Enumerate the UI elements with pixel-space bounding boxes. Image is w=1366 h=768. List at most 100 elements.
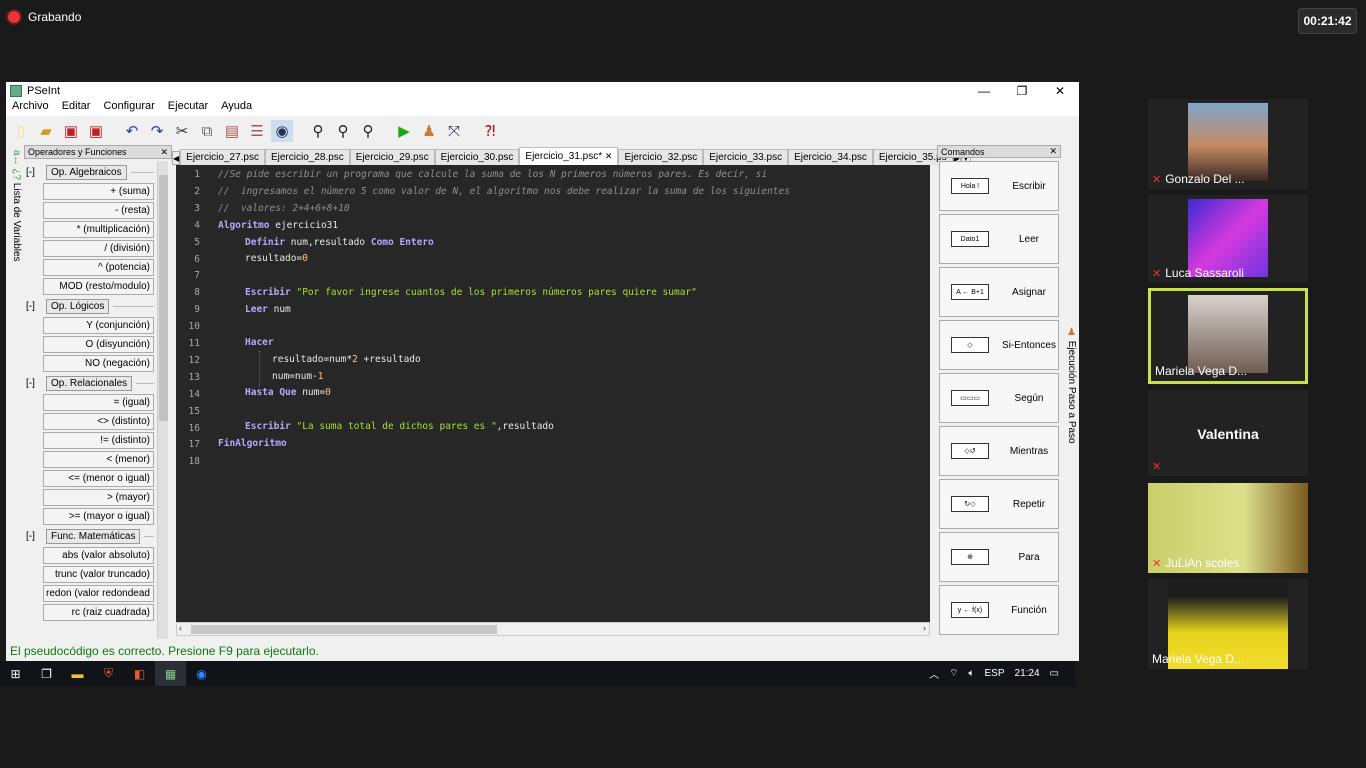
operator-button[interactable]: NO (negación) — [43, 355, 154, 372]
editor-horizontal-scrollbar[interactable]: ‹ › — [176, 622, 930, 636]
operator-button[interactable]: - (resta) — [43, 202, 154, 219]
zoom-taskbar-icon[interactable]: ◉ — [186, 661, 217, 686]
command-button[interactable]: Hola ! Escribir — [939, 161, 1059, 211]
operator-button[interactable]: redon (valor redondead — [43, 585, 154, 602]
collapse-toggle[interactable]: [-] — [26, 531, 42, 542]
scrollbar-thumb[interactable] — [191, 625, 497, 634]
operator-button[interactable]: = (igual) — [43, 394, 154, 411]
command-button[interactable]: ◇↺ Mientras — [939, 426, 1059, 476]
flowchart-icon[interactable]: ⤧ — [443, 120, 465, 142]
operator-group-header[interactable]: [-] Op. Relacionales — [26, 375, 154, 392]
operator-button[interactable]: MOD (resto/modulo) — [43, 278, 154, 295]
command-button[interactable]: A ← B+1 Asignar — [939, 267, 1059, 317]
collapse-toggle[interactable]: [-] — [26, 167, 42, 178]
task-view-icon[interactable]: ❐ — [31, 661, 62, 686]
tab-ejercicio-30[interactable]: Ejercicio_30.psc — [434, 149, 520, 165]
operator-group-header[interactable]: [-] Func. Matemáticas — [26, 528, 154, 545]
search-icon[interactable]: ⚲ — [307, 120, 329, 142]
operator-button[interactable]: abs (valor absoluto) — [43, 547, 154, 564]
code-editor[interactable]: 1 2 3 4 5 6 7 8 9 10 11 12 13 14 15 16 17 18 //Se pide es… — [176, 165, 930, 622]
operator-group-header[interactable]: [-] Op. Lógicos — [26, 298, 154, 315]
command-button[interactable]: ▭▭▭ Según — [939, 373, 1059, 423]
participant-tile[interactable]: ✕ Luca Sassaroli — [1148, 195, 1308, 283]
tab-ejercicio-33[interactable]: Ejercicio_33.psc — [703, 149, 789, 165]
brave-browser-icon[interactable]: ⛨ — [93, 661, 124, 686]
operators-scrollbar[interactable] — [157, 161, 168, 639]
copy-icon[interactable]: ⧉ — [196, 120, 218, 142]
save-as-icon[interactable]: ▣ — [85, 120, 107, 142]
chevron-up-icon[interactable]: ︿ — [929, 666, 939, 681]
operator-button[interactable]: <> (distinto) — [43, 413, 154, 430]
search-next-icon[interactable]: ⚲ — [332, 120, 354, 142]
operator-button[interactable]: ^ (potencia) — [43, 259, 154, 276]
tab-ejercicio-27[interactable]: Ejercicio_27.psc — [180, 149, 265, 165]
command-button[interactable]: Dato1 Leer — [939, 214, 1059, 264]
menu-editar[interactable]: Editar — [62, 100, 91, 116]
command-button[interactable]: ↻◇ Repetir — [939, 479, 1059, 529]
variables-list-tab[interactable]: a↔ ¿? Lista de Variables — [8, 150, 22, 350]
command-button[interactable]: ⊕ Para — [939, 532, 1059, 582]
tab-ejercicio-28[interactable]: Ejercicio_28.psc — [264, 149, 350, 165]
cut-icon[interactable]: ✂ — [171, 120, 193, 142]
operator-button[interactable]: trunc (valor truncado) — [43, 566, 154, 583]
collapse-toggle[interactable]: [-] — [26, 301, 42, 312]
indent-icon[interactable]: ☰ — [246, 120, 268, 142]
file-explorer-icon[interactable]: ▬ — [62, 661, 93, 686]
operator-button[interactable]: Y (conjunción) — [43, 317, 154, 334]
run-icon[interactable]: ▶ — [393, 120, 415, 142]
replace-icon[interactable]: ⚲ — [357, 120, 379, 142]
operator-button[interactable]: rc (raiz cuadrada) — [43, 604, 154, 621]
menu-configurar[interactable]: Configurar — [103, 100, 154, 116]
notifications-icon[interactable]: ▭ — [1050, 668, 1059, 679]
operator-button[interactable]: != (distinto) — [43, 432, 154, 449]
menu-ejecutar[interactable]: Ejecutar — [168, 100, 208, 116]
save-icon[interactable]: ▣ — [60, 120, 82, 142]
collapse-toggle[interactable]: [-] — [26, 378, 42, 389]
participant-tile[interactable]: Valentina ✕ — [1148, 390, 1308, 476]
operator-button[interactable]: < (menor) — [43, 451, 154, 468]
step-execution-tab[interactable]: ♟ Ejecución Paso a Paso — [1063, 327, 1077, 547]
tab-close-icon[interactable]: ✕ — [605, 151, 613, 161]
operator-button[interactable]: / (división) — [43, 240, 154, 257]
minimize-button[interactable]: — — [965, 82, 1003, 100]
participant-tile[interactable]: Mariela Vega D... — [1148, 579, 1308, 669]
windows-start-icon[interactable]: ⊞ — [0, 661, 31, 686]
tabs-scroll-left[interactable]: ◀ — [172, 151, 181, 165]
tab-ejercicio-29[interactable]: Ejercicio_29.psc — [349, 149, 435, 165]
network-icon[interactable]: ⌔ — [949, 667, 958, 680]
maximize-button[interactable]: ❐ — [1003, 82, 1041, 100]
operator-button[interactable]: >= (mayor o igual) — [43, 508, 154, 525]
tab-ejercicio-32[interactable]: Ejercicio_32.psc — [618, 149, 704, 165]
tab-ejercicio-31[interactable]: Ejercicio_31.psc* ✕ — [519, 147, 619, 165]
participant-tile[interactable]: ✕ Gonzalo Del ... — [1148, 99, 1308, 189]
paste-icon[interactable]: ▤ — [221, 120, 243, 142]
help-icon[interactable]: ⁈ — [479, 120, 501, 142]
menu-ayuda[interactable]: Ayuda — [221, 100, 252, 116]
operator-group-header[interactable]: [-] Op. Algebraicos — [26, 164, 154, 181]
tab-ejercicio-34[interactable]: Ejercicio_34.psc — [788, 149, 873, 165]
pseint-taskbar-icon[interactable]: ▦ — [155, 661, 186, 686]
operator-button[interactable]: + (suma) — [43, 183, 154, 200]
volume-icon[interactable]: 🔈︎ — [969, 668, 975, 679]
operator-button[interactable]: * (multiplicación) — [43, 221, 154, 238]
new-file-icon[interactable]: ▯ — [10, 120, 32, 142]
app-icon[interactable]: ◧ — [124, 661, 155, 686]
operator-button[interactable]: O (disyunción) — [43, 336, 154, 353]
scrollbar-thumb[interactable] — [159, 175, 168, 421]
open-folder-icon[interactable]: ▰ — [35, 120, 57, 142]
command-button[interactable]: ◇ Si-Entonces — [939, 320, 1059, 370]
close-button[interactable]: ✕ — [1041, 82, 1079, 100]
command-button[interactable]: y ← f(x) Función — [939, 585, 1059, 635]
language-indicator[interactable]: ESP — [985, 668, 1005, 679]
operator-button[interactable]: <= (menor o igual) — [43, 470, 154, 487]
redo-icon[interactable]: ↷ — [146, 120, 168, 142]
menu-archivo[interactable]: Archivo — [12, 100, 49, 116]
clock[interactable]: 21:24 — [1015, 668, 1040, 679]
close-icon[interactable]: ✕ — [1049, 146, 1057, 157]
step-by-step-icon[interactable]: ♟ — [418, 120, 440, 142]
participant-tile-active-speaker[interactable]: Mariela Vega D... — [1148, 288, 1308, 384]
operator-button[interactable]: > (mayor) — [43, 489, 154, 506]
participant-tile[interactable]: ✕ JuLiAn scoles — [1148, 483, 1308, 573]
undo-icon[interactable]: ↶ — [121, 120, 143, 142]
close-icon[interactable]: ✕ — [160, 147, 168, 158]
